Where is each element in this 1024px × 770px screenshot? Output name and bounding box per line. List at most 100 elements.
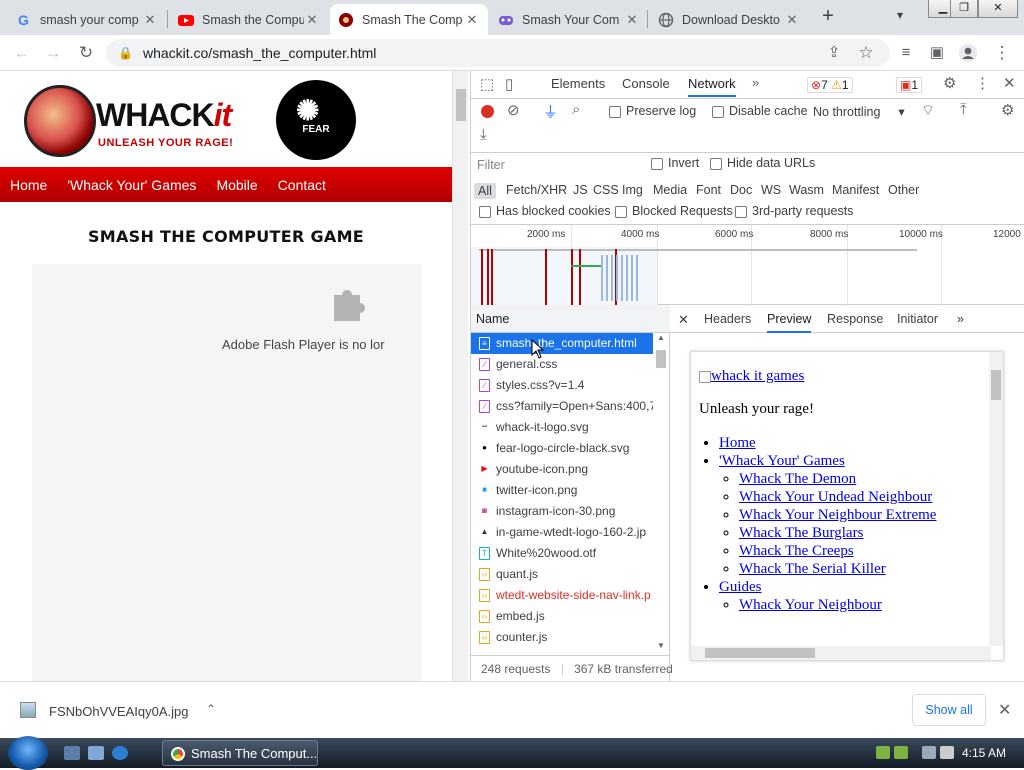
nav-mobile[interactable]: Mobile [216, 177, 257, 193]
record-icon[interactable] [481, 105, 494, 118]
close-icon[interactable]: ✕ [304, 12, 320, 28]
hide-data-urls-checkbox[interactable]: Hide data URLs [710, 156, 815, 170]
preserve-log-checkbox[interactable]: Preserve log [609, 104, 696, 118]
switch-windows-icon[interactable] [88, 746, 104, 760]
request-row[interactable]: ‹› quant.js [471, 564, 653, 585]
clear-icon[interactable]: ⊘ [507, 101, 520, 119]
filter-js[interactable]: JS [573, 183, 588, 197]
filter-all[interactable]: All [474, 183, 496, 199]
preview-link[interactable]: Whack The Burglars [739, 525, 863, 541]
preview-link[interactable]: Whack Your Neighbour [739, 597, 882, 613]
close-icon[interactable]: ✕ [142, 12, 158, 28]
tab-4[interactable]: Download Deskto ✕ [650, 4, 808, 35]
preview-link[interactable]: Whack Your Undead Neighbour [739, 489, 932, 505]
request-row[interactable]: ━ whack-it-logo.svg [471, 417, 653, 438]
fear-logo[interactable]: ✺ FEAR [276, 80, 356, 160]
checkbox[interactable] [615, 205, 627, 218]
html-preview[interactable]: whack it games Unleash your rage! Home '… [690, 351, 1004, 661]
scroll-thumb[interactable] [656, 350, 666, 368]
checkbox[interactable] [712, 105, 724, 118]
volume-muted-icon[interactable] [940, 746, 954, 759]
filter-input[interactable]: Filter [477, 158, 637, 173]
blocked-requests-checkbox[interactable]: Blocked Requests [615, 204, 733, 218]
tab-initiator[interactable]: Initiator [897, 312, 938, 326]
share-icon[interactable]: ⇪ [824, 43, 844, 63]
disable-cache-checkbox[interactable]: Disable cache [712, 104, 808, 118]
clock[interactable]: 4:15 AM [962, 746, 1006, 760]
request-row[interactable]: ◙ instagram-icon-30.png [471, 501, 653, 522]
close-icon[interactable]: ✕ [464, 12, 480, 28]
profile-avatar-icon[interactable] [958, 43, 978, 63]
scroll-thumb[interactable] [456, 89, 466, 121]
request-row[interactable]: ● fear-logo-circle-black.svg [471, 438, 653, 459]
nav-contact[interactable]: Contact [278, 177, 326, 193]
filter-funnel-icon[interactable]: ⏚ [543, 101, 558, 122]
filter-other[interactable]: Other [888, 183, 919, 197]
checkbox[interactable] [479, 205, 491, 218]
request-row[interactable]: ‹› counter.js [471, 627, 653, 648]
forward-icon[interactable]: → [43, 43, 63, 63]
third-party-checkbox[interactable]: 3rd-party requests [735, 204, 853, 218]
start-orb-icon[interactable] [8, 736, 48, 770]
filter-font[interactable]: Font [696, 183, 721, 197]
preview-link[interactable]: Whack The Creeps [739, 543, 854, 559]
filter-img[interactable]: Img [622, 183, 643, 197]
close-icon[interactable]: ✕ [784, 12, 800, 28]
download-filename[interactable]: FSNbOhVVEAIqy0A.jpg [49, 704, 188, 719]
preview-horizontal-scrollbar[interactable] [691, 646, 991, 660]
device-toolbar-icon[interactable]: ▯ [505, 75, 513, 93]
network-conditions-icon[interactable]: ⌔ [921, 101, 935, 120]
request-row[interactable]: ≡ smash_the_computer.html [471, 333, 653, 354]
tab-console[interactable]: Console [622, 76, 670, 91]
tab-network[interactable]: Network [688, 76, 736, 97]
scroll-thumb[interactable] [705, 648, 815, 658]
settings-gear-icon[interactable]: ⚙ [943, 74, 956, 92]
show-all-button[interactable]: Show all [912, 694, 986, 726]
request-row[interactable]: T White%20wood.otf [471, 543, 653, 564]
tray-app-icon[interactable] [876, 746, 890, 759]
filter-media[interactable]: Media [653, 183, 687, 197]
network-tray-icon[interactable] [922, 746, 936, 759]
show-desktop-icon[interactable] [64, 746, 80, 760]
preview-link[interactable]: Whack Your Neighbour Extreme [739, 507, 936, 523]
request-list-scrollbar[interactable]: ▲ ▼ [654, 333, 668, 653]
timeline-overview[interactable]: 2000 ms 4000 ms 6000 ms 8000 ms 10000 ms… [471, 225, 1024, 305]
reload-icon[interactable]: ↻ [76, 43, 96, 63]
filter-css[interactable]: CSS [593, 183, 619, 197]
tab-3[interactable]: Smash Your Com ✕ [490, 4, 648, 35]
bookmark-star-icon[interactable]: ☆ [856, 43, 876, 63]
inspect-icon[interactable]: ⬚ [480, 75, 494, 93]
page-scrollbar[interactable] [452, 71, 468, 681]
taskbar-chrome-button[interactable]: Smash The Comput... [162, 740, 318, 766]
maximize-button[interactable]: ❐ [950, 0, 978, 18]
side-panel-icon[interactable]: ▣ [927, 43, 947, 63]
issues-counter[interactable]: ▣1 [896, 77, 923, 93]
back-icon[interactable]: ← [12, 43, 32, 63]
filter-fetch-xhr[interactable]: Fetch/XHR [506, 183, 567, 197]
tab-2[interactable]: Smash The Comp ✕ [330, 4, 488, 35]
checkbox[interactable] [710, 157, 722, 170]
request-row[interactable]: ‹› wtedt-website-side-nav-link.p [471, 585, 653, 606]
close-details-icon[interactable]: ✕ [678, 312, 689, 328]
request-row[interactable]: ∕ general.css [471, 354, 653, 375]
tab-1[interactable]: Smash the Compu ✕ [170, 4, 328, 35]
preview-link-games[interactable]: 'Whack Your' Games [719, 453, 845, 469]
name-column-header[interactable]: Name [471, 305, 670, 333]
checkbox[interactable] [651, 157, 663, 170]
flash-embed-area[interactable] [32, 264, 422, 681]
tab-search-icon[interactable]: ▾ [897, 8, 903, 22]
tab-response[interactable]: Response [827, 312, 883, 326]
tab-0[interactable]: G smash your comp ✕ [8, 4, 166, 35]
import-har-icon[interactable]: ⤒ [960, 101, 967, 118]
address-bar[interactable]: 🔒 whackit.co/smash_the_computer.html [106, 39, 890, 67]
tab-preview[interactable]: Preview [767, 312, 812, 333]
request-row[interactable]: ▶ youtube-icon.png [471, 459, 653, 480]
checkbox[interactable] [609, 105, 621, 118]
search-icon[interactable]: ⌕ [572, 101, 580, 118]
more-tabs-icon[interactable]: » [957, 312, 964, 326]
close-icon[interactable]: ✕ [998, 700, 1011, 720]
nav-home[interactable]: Home [10, 177, 47, 193]
request-row[interactable]: ∕ styles.css?v=1.4 [471, 375, 653, 396]
checkbox[interactable] [735, 205, 747, 218]
preview-broken-image[interactable]: whack it games [699, 368, 989, 385]
